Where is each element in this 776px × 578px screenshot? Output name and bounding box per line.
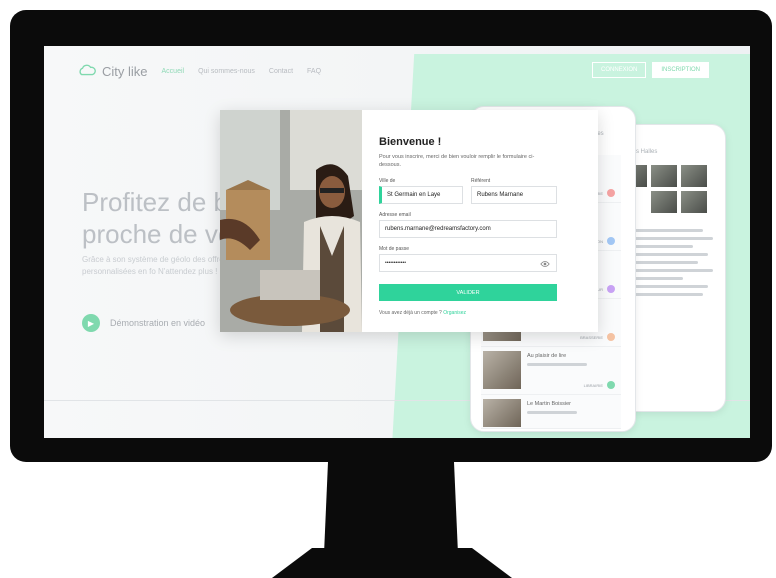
shop-photo — [220, 110, 362, 332]
status-badge — [607, 381, 615, 389]
status-badge — [607, 237, 615, 245]
demo-video-link[interactable]: ▶ Démonstration en vidéo — [82, 314, 205, 332]
connexion-button[interactable]: CONNEXION — [592, 62, 647, 78]
phone2-photo — [651, 165, 677, 187]
inscription-button[interactable]: INSCRIPTION — [652, 62, 710, 78]
phone2-text — [623, 269, 713, 272]
phone2-photo — [681, 191, 707, 213]
list-item-tag: BRASSERIE — [580, 335, 603, 340]
monitor-stand-neck — [324, 462, 458, 554]
nav-link-contact[interactable]: Contact — [269, 68, 293, 75]
monitor-frame: City like Accueil Qui sommes-nous Contac… — [10, 10, 772, 462]
demo-label: Démonstration en vidéo — [110, 318, 206, 328]
status-badge — [607, 189, 615, 197]
brand-name: City like — [102, 63, 148, 79]
list-item-text — [527, 363, 587, 366]
list-item-title: Au plaisir de lire — [527, 353, 567, 359]
referent-field[interactable]: Rubens Marnane — [471, 186, 557, 204]
list-item[interactable]: Au plaisir de lire LIBRAIRIE — [481, 347, 621, 395]
login-prompt: Vous avez déjà un compte ? Organisez — [379, 310, 466, 316]
nav-link-faq[interactable]: FAQ — [307, 68, 321, 75]
submit-button[interactable]: VALIDER — [379, 284, 557, 301]
list-item[interactable]: Le Martin Boissier — [481, 395, 621, 429]
modal-subtitle: Pour vous inscrire, merci de bien vouloi… — [379, 154, 535, 168]
list-item-thumbnail — [483, 351, 521, 389]
brand-logo[interactable]: City like — [78, 62, 148, 80]
monitor-screen: City like Accueil Qui sommes-nous Contac… — [44, 46, 750, 438]
top-nav: City like Accueil Qui sommes-nous Contac… — [78, 62, 321, 80]
signup-modal: Bienvenue ! Pour vous inscrire, merci de… — [220, 110, 598, 332]
ville-field[interactable]: St Germain en Laye — [379, 186, 463, 204]
status-badge — [607, 333, 615, 341]
modal-title: Bienvenue ! — [379, 136, 442, 148]
website-background: City like Accueil Qui sommes-nous Contac… — [44, 46, 750, 438]
list-item-tag: LIBRAIRIE — [583, 383, 603, 388]
email-field[interactable]: rubens.marnane@redreamsfactory.com — [379, 220, 557, 238]
nav-link-accueil[interactable]: Accueil — [162, 68, 185, 75]
hero-subtitle: Grâce à son système de géolo des offres … — [82, 255, 228, 276]
shopkeeper-illustration — [220, 110, 362, 332]
play-icon: ▶ — [82, 314, 100, 332]
nav-buttons: CONNEXION INSCRIPTION — [592, 62, 710, 78]
password-label: Mot de passe — [379, 246, 410, 252]
phone2-text — [623, 237, 713, 240]
list-item-thumbnail — [483, 399, 521, 427]
list-item-text — [527, 411, 577, 414]
nav-link-qui-sommes-nous[interactable]: Qui sommes-nous — [198, 68, 255, 75]
monitor-stand-base — [272, 548, 512, 578]
list-item-title: Le Martin Boissier — [527, 401, 572, 407]
referent-label: Référent — [471, 178, 491, 184]
password-value: •••••••••••• — [385, 260, 407, 266]
phone2-photo — [681, 165, 707, 187]
status-badge — [607, 285, 615, 293]
login-prompt-text: Vous avez déjà un compte ? — [379, 310, 442, 316]
phone2-photo — [651, 191, 677, 213]
ville-label: Ville de — [379, 178, 396, 184]
password-field[interactable]: •••••••••••• — [379, 254, 557, 272]
eye-icon[interactable] — [540, 259, 550, 269]
email-label: Adresse email — [379, 212, 411, 218]
city-like-logo-icon — [79, 64, 96, 76]
login-link[interactable]: Organisez — [443, 310, 466, 316]
